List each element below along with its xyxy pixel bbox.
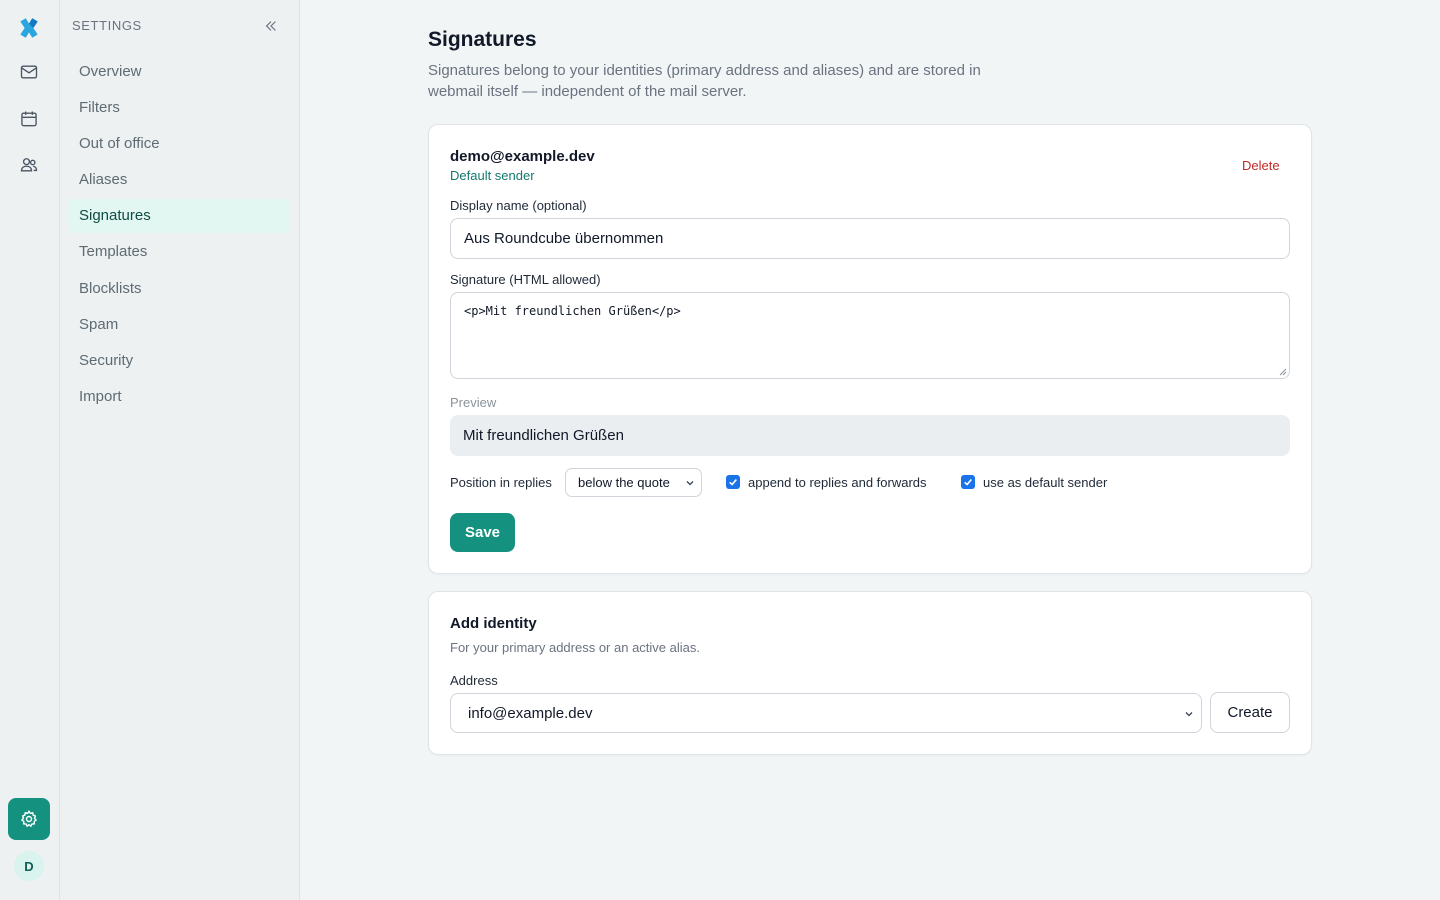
position-select-value: below the quote bbox=[578, 475, 670, 490]
append-checkbox-label[interactable]: append to replies and forwards bbox=[748, 475, 927, 490]
signature-label: Signature (HTML allowed) bbox=[450, 272, 601, 287]
add-identity-card: Add identity For your primary address or… bbox=[428, 591, 1312, 755]
sidebar-item-aliases[interactable]: Aliases bbox=[68, 163, 290, 197]
page-description: Signatures belong to your identities (pr… bbox=[428, 62, 981, 100]
main-content: Signatures Signatures belong to your ide… bbox=[300, 0, 1440, 900]
signature-card: demo@example.dev Default sender Delete D… bbox=[428, 124, 1312, 574]
display-name-input[interactable]: Aus Roundcube übernommen bbox=[450, 218, 1290, 259]
double-chevron-left-icon bbox=[265, 21, 276, 31]
default-sender-badge: Default sender bbox=[450, 168, 535, 183]
checkmark-icon bbox=[729, 478, 737, 486]
icon-rail: D bbox=[0, 0, 60, 900]
sidebar-title: SETTINGS bbox=[72, 18, 142, 33]
delete-button[interactable]: Delete bbox=[1242, 158, 1280, 173]
identity-email: demo@example.dev bbox=[450, 148, 595, 165]
mail-icon[interactable] bbox=[8, 51, 50, 93]
sidebar-item-out-of-office[interactable]: Out of office bbox=[68, 126, 290, 160]
signature-text: <p>Mit freundlichen Grüßen</p> bbox=[464, 304, 681, 318]
position-select[interactable]: below the quote bbox=[565, 468, 702, 497]
chevron-down-icon bbox=[1185, 712, 1193, 717]
app-logo-icon[interactable] bbox=[8, 7, 50, 49]
display-name-label: Display name (optional) bbox=[450, 198, 587, 213]
sidebar-item-security[interactable]: Security bbox=[68, 344, 290, 378]
checkmark-icon bbox=[964, 478, 972, 486]
settings-sidebar: SETTINGS Overview Filters Out of office … bbox=[60, 0, 300, 900]
sidebar-item-import[interactable]: Import bbox=[68, 380, 290, 414]
sidebar-item-templates[interactable]: Templates bbox=[68, 235, 290, 269]
avatar[interactable]: D bbox=[14, 851, 44, 881]
default-sender-checkbox-label[interactable]: use as default sender bbox=[983, 475, 1107, 490]
address-select[interactable]: info@example.dev bbox=[450, 693, 1202, 733]
sidebar-item-filters[interactable]: Filters bbox=[68, 90, 290, 124]
signature-textarea[interactable]: <p>Mit freundlichen Grüßen</p> bbox=[450, 292, 1290, 379]
contacts-icon[interactable] bbox=[8, 144, 50, 186]
sidebar-item-blocklists[interactable]: Blocklists bbox=[68, 271, 290, 305]
preview-label: Preview bbox=[450, 395, 497, 410]
chevron-down-icon bbox=[686, 481, 694, 486]
sidebar-item-signatures[interactable]: Signatures bbox=[68, 198, 290, 233]
settings-nav: Overview Filters Out of office Aliases S… bbox=[68, 54, 290, 416]
resize-handle-icon[interactable] bbox=[1279, 368, 1287, 376]
sidebar-item-spam[interactable]: Spam bbox=[68, 307, 290, 341]
position-label: Position in replies bbox=[450, 475, 552, 490]
gear-icon[interactable] bbox=[8, 798, 50, 840]
save-button[interactable]: Save bbox=[450, 513, 515, 552]
add-identity-title: Add identity bbox=[450, 615, 537, 632]
page-title: Signatures bbox=[428, 28, 537, 51]
address-label: Address bbox=[450, 673, 498, 688]
collapse-sidebar-button[interactable] bbox=[260, 15, 282, 37]
sidebar-item-overview[interactable]: Overview bbox=[68, 54, 290, 88]
create-button[interactable]: Create bbox=[1210, 692, 1290, 733]
append-checkbox[interactable] bbox=[726, 475, 740, 489]
address-select-value: info@example.dev bbox=[468, 704, 593, 722]
signature-preview: Mit freundlichen Grüßen bbox=[450, 415, 1290, 456]
add-identity-description: For your primary address or an active al… bbox=[450, 640, 700, 655]
default-sender-checkbox[interactable] bbox=[961, 475, 975, 489]
calendar-icon[interactable] bbox=[8, 98, 50, 140]
